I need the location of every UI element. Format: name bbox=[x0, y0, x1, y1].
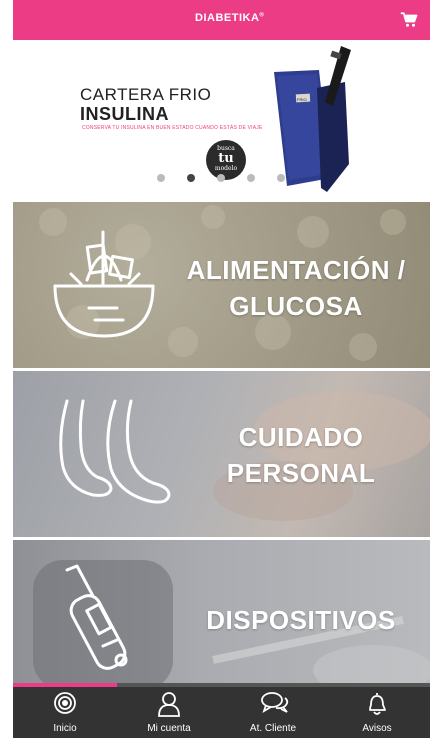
nav-label: Mi cuenta bbox=[147, 723, 191, 734]
carousel-dot[interactable] bbox=[247, 174, 255, 182]
food-basket-icon bbox=[53, 230, 155, 338]
carousel-indicators bbox=[13, 170, 430, 182]
category-tile-devices[interactable]: DISPOSITIVOS bbox=[13, 540, 430, 706]
category-label: CUIDADO PERSONAL bbox=[186, 419, 416, 491]
category-label-line1: DISPOSITIVOS bbox=[206, 605, 396, 635]
banner-title: CARTERA FRIO bbox=[80, 85, 212, 104]
nav-item-mi-cuenta[interactable]: Mi cuenta bbox=[117, 687, 221, 738]
badge-big-text: tu bbox=[218, 151, 234, 166]
category-label: ALIMENTACIÓN / GLUCOSA bbox=[176, 252, 416, 324]
logo-registered-mark: ® bbox=[259, 12, 265, 19]
bottom-navigation: Inicio Mi cuenta At. Cliente Avisos bbox=[13, 687, 430, 738]
category-tile-food[interactable]: ALIMENTACIÓN / GLUCOSA bbox=[13, 202, 430, 368]
chat-bubbles-icon bbox=[261, 692, 289, 713]
carousel-dot[interactable] bbox=[157, 174, 165, 182]
top-bar: DIABETIKA® bbox=[13, 0, 430, 40]
nav-item-atencion-cliente[interactable]: At. Cliente bbox=[221, 687, 325, 738]
shopping-cart-icon[interactable] bbox=[400, 11, 418, 29]
category-label-line2: PERSONAL bbox=[226, 458, 376, 488]
feet-icon bbox=[59, 399, 171, 504]
carousel-dot-active[interactable] bbox=[187, 174, 195, 182]
banner-tagline: CONSERVA TU INSULINA EN BUEN ESTADO CUAN… bbox=[82, 125, 263, 131]
category-label-line2: GLUCOSA bbox=[229, 291, 363, 321]
banner-subtitle: INSULINA bbox=[80, 104, 169, 124]
home-target-icon bbox=[54, 692, 76, 714]
product-label: FRIO bbox=[297, 97, 307, 102]
category-label-line1: ALIMENTACIÓN / bbox=[186, 255, 406, 285]
nav-label: Avisos bbox=[362, 723, 392, 734]
nav-item-avisos[interactable]: Avisos bbox=[325, 687, 429, 738]
brand-logo[interactable]: DIABETIKA® bbox=[195, 12, 264, 24]
glucose-meter-icon bbox=[65, 564, 128, 670]
logo-text: DIABETIKA bbox=[195, 12, 260, 24]
promo-banner[interactable]: CARTERA FRIO INSULINA CONSERVA TU INSULI… bbox=[13, 40, 430, 198]
app-frame: DIABETIKA® CARTERA FRIO INSULINA CONSERV… bbox=[13, 0, 430, 738]
nav-label: At. Cliente bbox=[249, 723, 297, 734]
category-tile-personal-care[interactable]: CUIDADO PERSONAL bbox=[13, 371, 430, 537]
category-label: DISPOSITIVOS bbox=[186, 602, 416, 638]
carousel-dot[interactable] bbox=[217, 174, 225, 182]
category-label-line1: CUIDADO bbox=[238, 422, 364, 452]
user-icon bbox=[158, 692, 180, 717]
carousel-dot[interactable] bbox=[277, 174, 285, 182]
bell-icon bbox=[369, 693, 386, 715]
nav-label: Inicio bbox=[53, 723, 77, 734]
nav-item-inicio[interactable]: Inicio bbox=[13, 687, 117, 738]
